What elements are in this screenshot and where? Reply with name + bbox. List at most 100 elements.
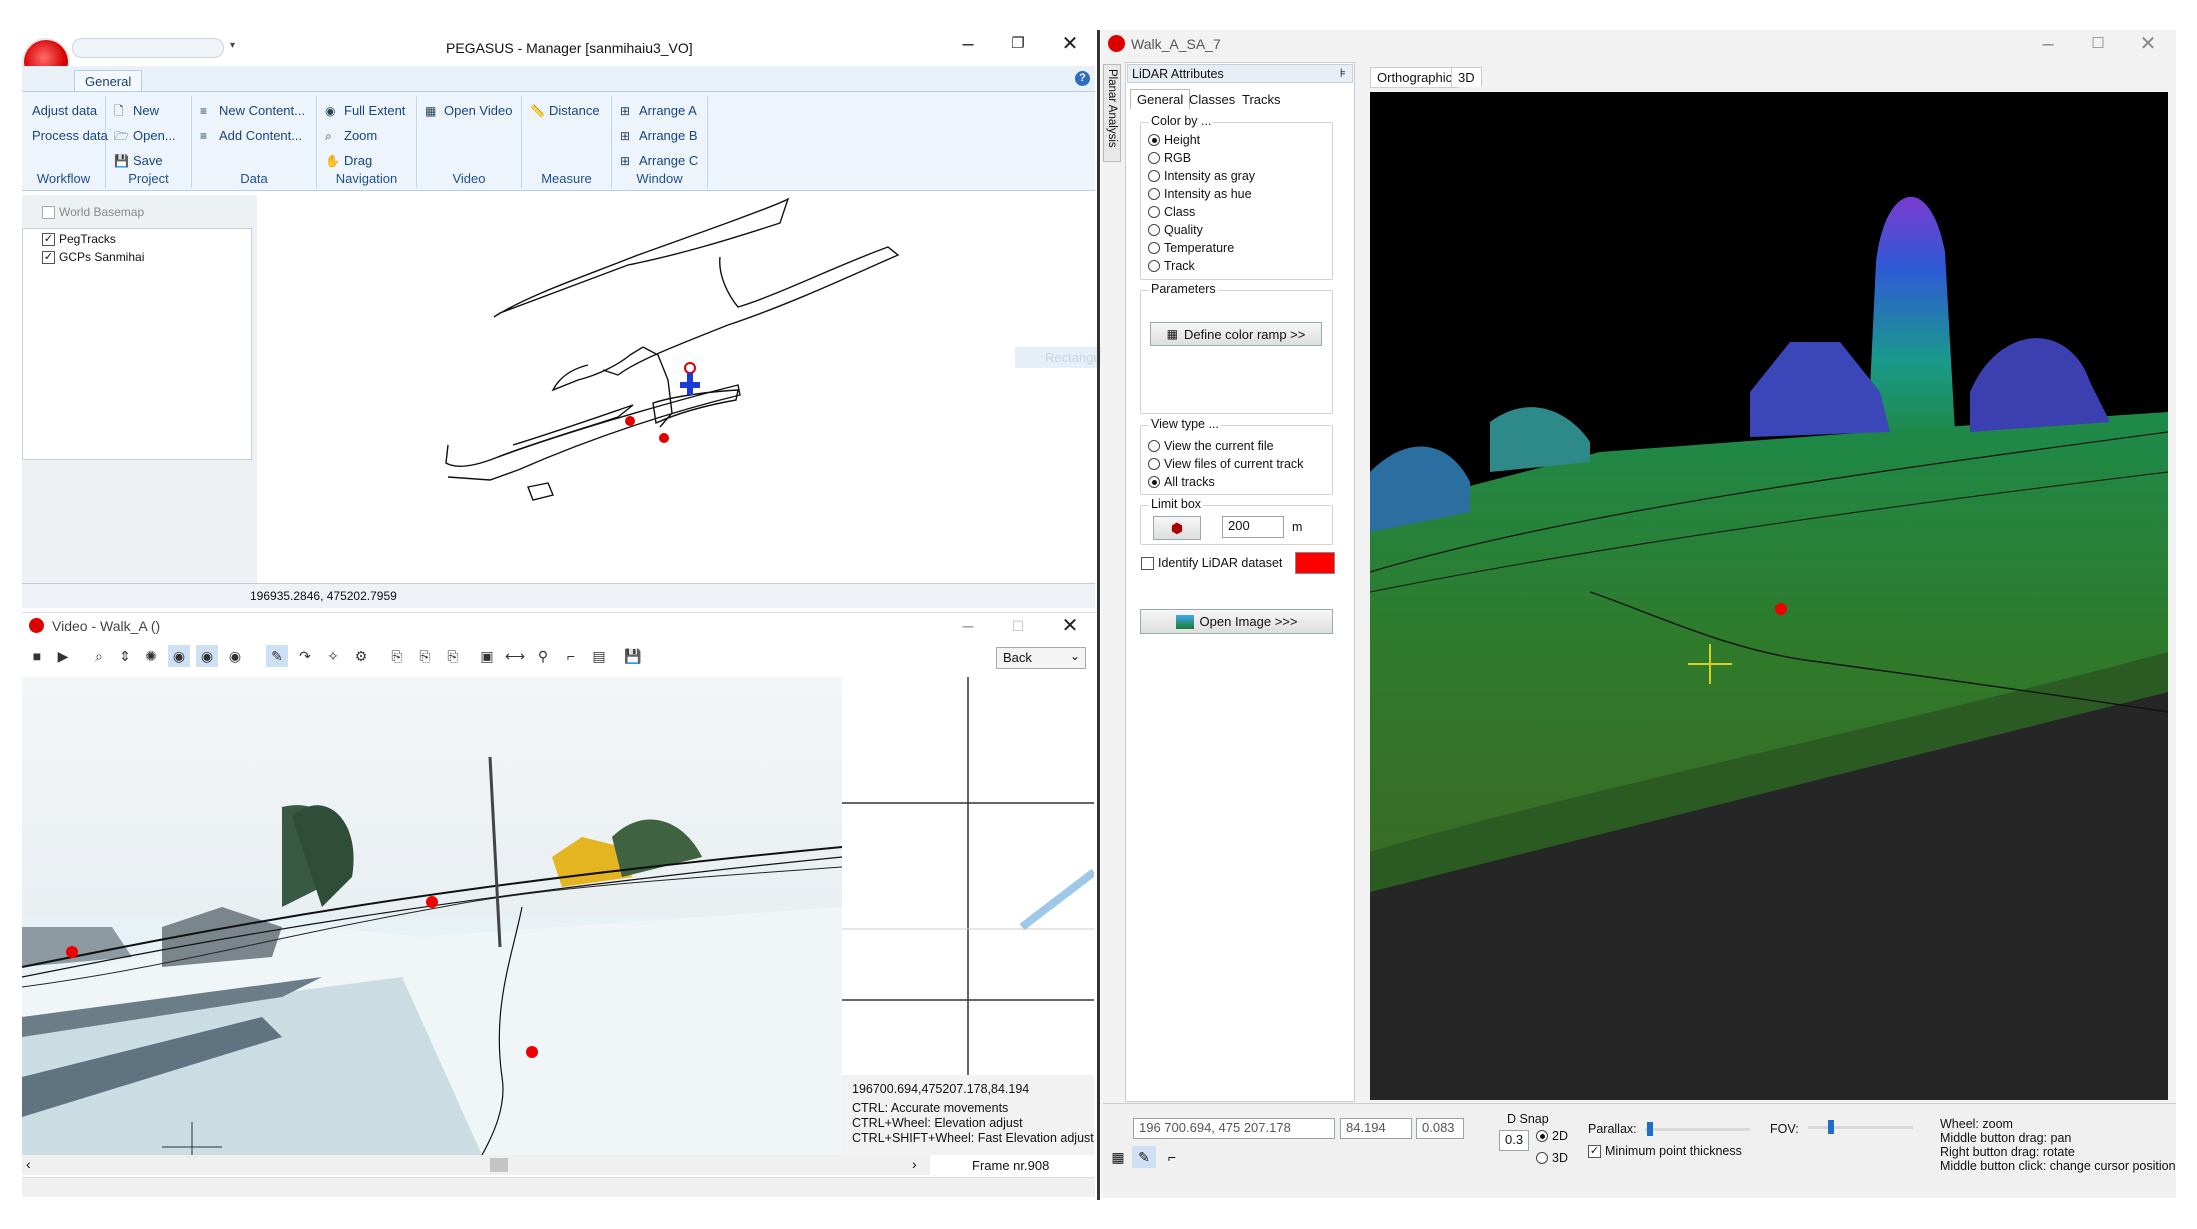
video-maximize-button[interactable]: ☐: [998, 612, 1038, 640]
arrange-c-button[interactable]: ⊞ Arrange C: [620, 153, 698, 168]
pin-icon[interactable]: ⊧: [1340, 66, 1346, 80]
export2-icon[interactable]: ⎘: [414, 645, 436, 667]
dsnap-value[interactable]: 0.3: [1499, 1130, 1529, 1151]
parallax-thumb[interactable]: [1647, 1122, 1653, 1136]
lidar-close-button[interactable]: ✕: [2128, 30, 2168, 58]
radio-view-current-file[interactable]: View the current file: [1148, 439, 1274, 453]
tab-lidar-general[interactable]: General: [1130, 89, 1191, 109]
doc-icon[interactable]: ▤: [588, 645, 610, 667]
map-canvas[interactable]: [258, 195, 1098, 583]
point-cloud-view[interactable]: [1370, 92, 2168, 1100]
min-point-thickness-checkbox[interactable]: ✓ Minimum point thickness: [1588, 1144, 1742, 1158]
layer2-icon[interactable]: ◉: [196, 645, 218, 667]
radio-intensity-hue[interactable]: Intensity as hue: [1148, 187, 1252, 201]
video-side-view[interactable]: [842, 677, 1094, 1075]
basemap-checkbox[interactable]: [42, 205, 55, 219]
limit-value-input[interactable]: 200: [1222, 516, 1284, 538]
direction-select[interactable]: Back ⌄: [996, 647, 1086, 669]
qat-dropdown-icon[interactable]: ▾: [230, 40, 235, 51]
planar-analysis-tab[interactable]: Planar Analysis: [1103, 64, 1121, 162]
tab-3d[interactable]: 3D: [1451, 67, 1482, 87]
lidar-maximize-button[interactable]: ☐: [2078, 30, 2118, 58]
new-content-button[interactable]: ≡ New Content...: [200, 103, 305, 118]
adjust-icon[interactable]: ⇕: [114, 645, 136, 667]
radio-view-current-track[interactable]: View files of current track: [1148, 457, 1303, 471]
radio-3d[interactable]: 3D: [1536, 1151, 1568, 1165]
radio-track[interactable]: Track: [1148, 259, 1195, 273]
open-video-button[interactable]: ▦ Open Video: [425, 103, 512, 118]
tab-lidar-classes[interactable]: Classes: [1183, 90, 1241, 109]
video-scrollbar[interactable]: ‹ ›: [22, 1155, 930, 1175]
arrange-a-button[interactable]: ⊞ Arrange A: [620, 103, 697, 118]
tab-orthographic[interactable]: Orthographic: [1370, 67, 1460, 88]
radio-quality[interactable]: Quality: [1148, 223, 1203, 237]
gear-icon[interactable]: ⚙: [350, 645, 372, 667]
add-content-button[interactable]: ≡ Add Content...: [200, 128, 302, 143]
sun-icon[interactable]: ✺: [140, 645, 162, 667]
video-frame[interactable]: [22, 677, 842, 1155]
video-gcp-marker[interactable]: [426, 896, 438, 908]
identify-lidar-checkbox[interactable]: Identify LiDAR dataset: [1141, 556, 1282, 570]
quick-access-toolbar[interactable]: [72, 38, 224, 58]
zoom-icon[interactable]: ⌕: [88, 645, 110, 667]
gcp-marker[interactable]: [659, 433, 669, 443]
adjust-data-button[interactable]: Adjust data: [32, 103, 97, 118]
radio-class[interactable]: Class: [1148, 205, 1195, 219]
layer-icon[interactable]: ◉: [168, 645, 190, 667]
pencil-icon[interactable]: ✎: [266, 645, 288, 667]
lidar-gcp-marker[interactable]: [1775, 603, 1787, 615]
arrange-b-button[interactable]: ⊞ Arrange B: [620, 128, 698, 143]
process-data-button[interactable]: Process data: [32, 128, 108, 143]
export3-icon[interactable]: ⎘: [442, 645, 464, 667]
new-button[interactable]: 🗋 New: [114, 103, 159, 118]
layer-gcps[interactable]: ✓ GCPs Sanmihai: [42, 250, 144, 264]
identify-color-swatch[interactable]: [1295, 552, 1335, 574]
lidar-tool-3-icon[interactable]: ⌐: [1160, 1146, 1184, 1168]
wand-icon[interactable]: ✧: [322, 645, 344, 667]
video-gcp-marker[interactable]: [526, 1046, 538, 1058]
layer-pegtracks[interactable]: ✓ PegTracks: [42, 232, 116, 246]
play-icon[interactable]: ▶: [52, 645, 74, 667]
layer3-icon[interactable]: ◉: [224, 645, 246, 667]
save-frame-icon[interactable]: ▣: [476, 645, 498, 667]
floppy-icon[interactable]: 💾: [622, 645, 644, 667]
pin-icon[interactable]: ⚲: [532, 645, 554, 667]
drag-button[interactable]: ✋ Drag: [325, 153, 372, 168]
close-button[interactable]: ✕: [1050, 30, 1090, 58]
lidar-tool-1-icon[interactable]: ▦: [1106, 1146, 1130, 1168]
link-icon[interactable]: ⟷: [504, 645, 526, 667]
fov-thumb[interactable]: [1828, 1120, 1834, 1134]
video-gcp-marker[interactable]: [66, 946, 78, 958]
limit-box-button[interactable]: ⬢: [1153, 516, 1201, 540]
parallax-slider[interactable]: [1645, 1122, 1750, 1136]
rotate-icon[interactable]: ↷: [294, 645, 316, 667]
minimize-button[interactable]: –: [948, 30, 988, 58]
fov-slider[interactable]: [1808, 1120, 1913, 1134]
radio-height[interactable]: Height: [1148, 133, 1200, 147]
video-minimize-button[interactable]: –: [948, 612, 988, 640]
open-image-button[interactable]: Open Image >>>: [1140, 609, 1333, 634]
scroll-right-icon[interactable]: ›: [912, 1156, 917, 1172]
gcps-checkbox[interactable]: ✓: [42, 250, 55, 264]
radio-temperature[interactable]: Temperature: [1148, 241, 1234, 255]
scroll-thumb[interactable]: [490, 1158, 508, 1172]
open-button[interactable]: 🗁 Open...: [114, 128, 176, 143]
pegtracks-checkbox[interactable]: ✓: [42, 232, 55, 246]
restore-button[interactable]: ❐: [998, 30, 1038, 58]
lidar-tool-2-icon[interactable]: ✎: [1132, 1146, 1156, 1168]
define-color-ramp-button[interactable]: ▦ Define color ramp >>: [1150, 322, 1322, 346]
tab-general[interactable]: General: [74, 70, 143, 92]
radio-all-tracks[interactable]: All tracks: [1148, 475, 1215, 489]
save-button[interactable]: 💾 Save: [114, 153, 163, 168]
video-close-button[interactable]: ✕: [1050, 612, 1090, 640]
scroll-left-icon[interactable]: ‹: [26, 1156, 31, 1172]
gcp-marker[interactable]: [625, 416, 635, 426]
radio-2d[interactable]: 2D: [1536, 1129, 1568, 1143]
full-extent-button[interactable]: ◉ Full Extent: [325, 103, 405, 118]
position-cursor[interactable]: [680, 362, 700, 395]
help-icon[interactable]: ?: [1075, 71, 1090, 86]
radio-intensity-gray[interactable]: Intensity as gray: [1148, 169, 1255, 183]
distance-button[interactable]: 📏 Distance: [530, 103, 600, 118]
radio-rgb[interactable]: RGB: [1148, 151, 1191, 165]
export1-icon[interactable]: ⎘: [386, 645, 408, 667]
